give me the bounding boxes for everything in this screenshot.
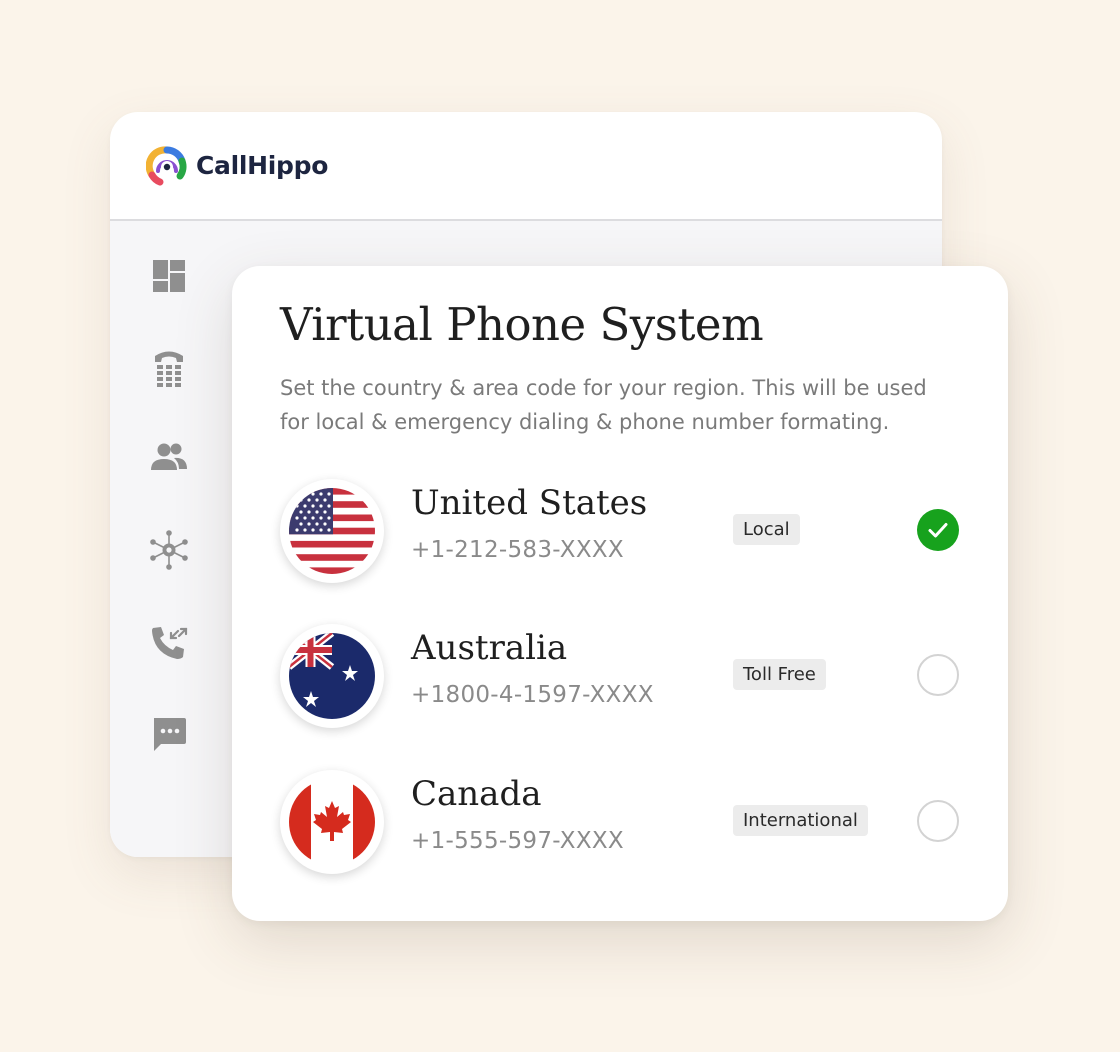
au-flag-icon [289, 633, 375, 719]
number-type-badge: International [733, 805, 868, 836]
sidebar-item-messages[interactable] [146, 711, 192, 757]
brand-name: CallHippo [196, 151, 329, 180]
ca-flag-icon [289, 779, 375, 865]
unselected-radio[interactable] [917, 654, 959, 696]
app-header: CallHippo [110, 112, 942, 221]
call-logs-icon [152, 627, 188, 659]
unselected-radio[interactable] [917, 800, 959, 842]
phone-number: +1800-4-1597-XXXX [411, 682, 654, 708]
sidebar-item-integrations[interactable] [146, 527, 192, 573]
sidebar-item-contacts[interactable] [146, 435, 192, 481]
country-option-australia[interactable]: Australia +1800-4-1597-XXXX Toll Free [280, 624, 970, 728]
country-option-united-states[interactable]: United States +1-212-583-XXXX Local [280, 479, 970, 583]
flag-badge [280, 479, 384, 583]
contacts-icon [151, 443, 187, 470]
dashboard-icon [153, 260, 185, 292]
card-description: Set the country & area code for your reg… [280, 376, 927, 434]
virtual-phone-system-card: Virtual Phone System Set the country & a… [232, 266, 1008, 921]
brand-logo[interactable]: CallHippo [146, 145, 328, 187]
flag-badge [280, 624, 384, 728]
callhippo-logo-icon [146, 145, 187, 185]
number-type-badge: Toll Free [733, 659, 826, 690]
flag-badge [280, 770, 384, 874]
dialpad-icon [155, 351, 183, 387]
number-type-badge: Local [733, 514, 800, 545]
us-flag-icon [289, 488, 375, 574]
check-icon [928, 523, 948, 538]
country-option-canada[interactable]: Canada +1-555-597-XXXX International [280, 770, 970, 874]
messages-icon [154, 718, 186, 751]
integrations-icon [150, 530, 188, 570]
country-name: United States [411, 483, 648, 523]
sidebar-item-call-logs[interactable] [146, 619, 192, 665]
phone-number: +1-212-583-XXXX [411, 537, 624, 563]
phone-number: +1-555-597-XXXX [411, 828, 624, 854]
selected-radio[interactable] [917, 509, 959, 551]
country-name: Australia [411, 628, 568, 668]
country-name: Canada [411, 774, 542, 814]
sidebar-item-dialer[interactable] [146, 345, 192, 391]
sidebar-item-dashboard[interactable] [146, 253, 192, 299]
card-title: Virtual Phone System [280, 298, 764, 351]
